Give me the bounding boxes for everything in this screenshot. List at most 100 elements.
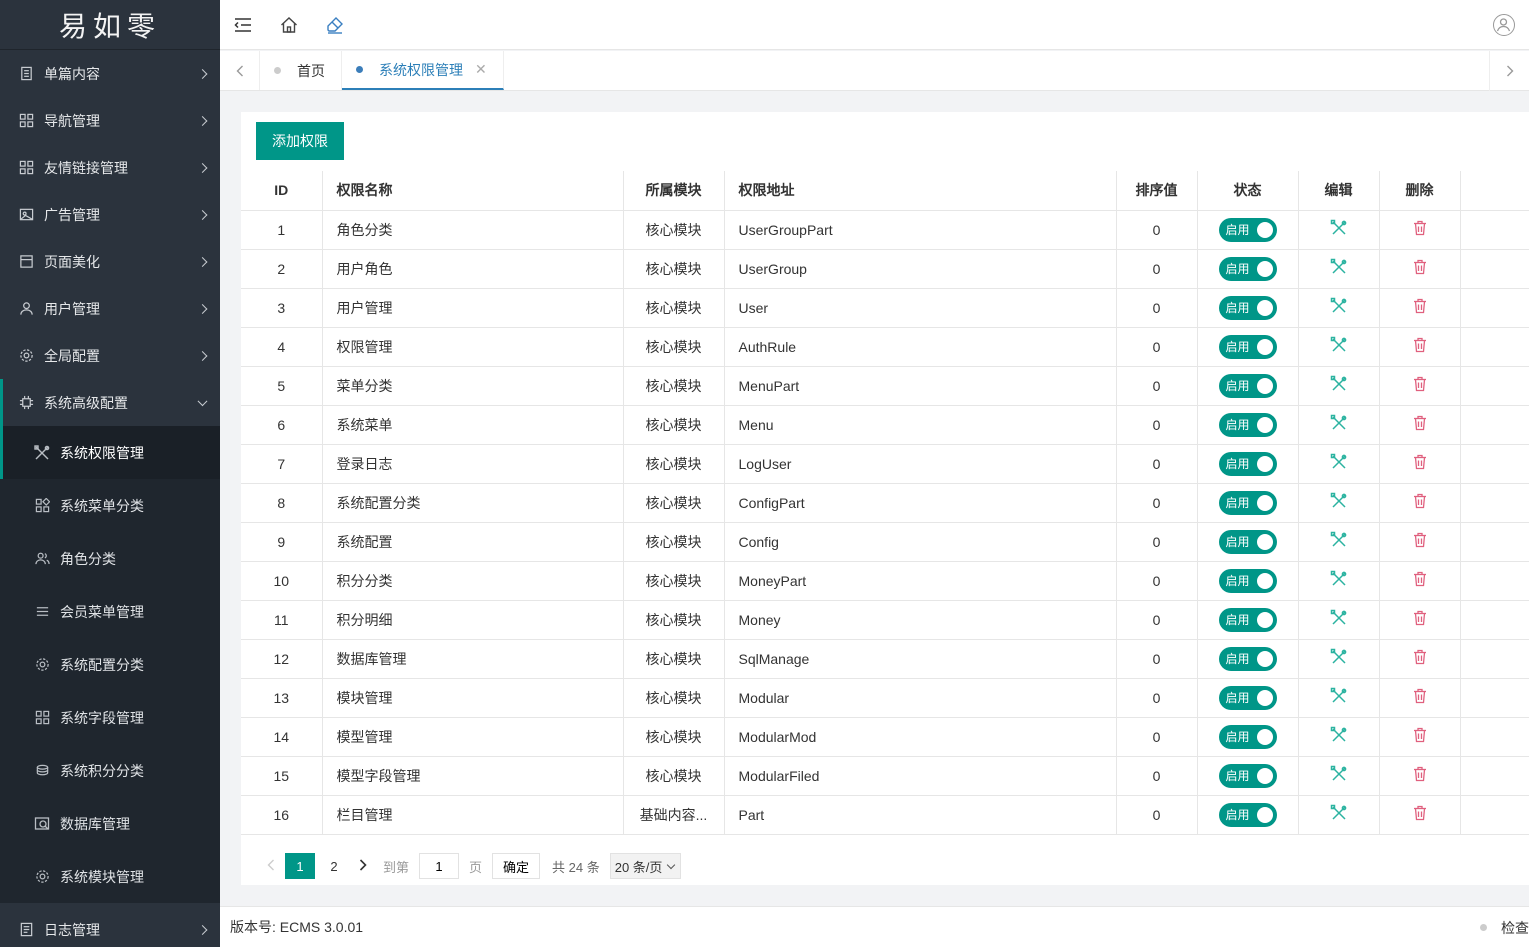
add-permission-button[interactable]: 添加权限 — [256, 122, 344, 160]
status-toggle[interactable]: 启用 — [1218, 607, 1277, 632]
tab-permissions[interactable]: 系统权限管理 ✕ — [342, 51, 504, 90]
sidebar-subitem-config-category[interactable]: 系统配置分类 — [0, 638, 220, 691]
sidebar-item-nav[interactable]: 导航管理 — [0, 97, 220, 144]
sidebar-subitem-points-category[interactable]: 系统积分分类 — [0, 744, 220, 797]
edit-icon[interactable] — [1330, 570, 1348, 588]
cell-url: ModularFiled — [724, 756, 1117, 796]
edit-icon[interactable] — [1330, 687, 1348, 705]
status-toggle[interactable]: 启用 — [1218, 217, 1277, 242]
status-toggle[interactable]: 启用 — [1218, 373, 1277, 398]
status-toggle[interactable]: 启用 — [1218, 568, 1277, 593]
col-edit[interactable]: 编辑 — [1298, 171, 1380, 211]
status-toggle[interactable]: 启用 — [1218, 685, 1277, 710]
footer-right[interactable]: 检查 — [1480, 907, 1529, 947]
sidebar-item-ads[interactable]: 广告管理 — [0, 191, 220, 238]
logo[interactable]: 易如零 — [0, 0, 220, 50]
per-page-select[interactable]: 20 条/页 — [609, 853, 682, 879]
trash-icon[interactable] — [1413, 805, 1427, 821]
sidebar-subitem-modules[interactable]: 系统模块管理 — [0, 850, 220, 903]
col-sort[interactable]: 排序值 — [1116, 171, 1198, 211]
sidebar-item-advanced-config[interactable]: 系统高级配置 — [0, 379, 220, 426]
edit-icon[interactable] — [1330, 414, 1348, 432]
status-toggle[interactable]: 启用 — [1218, 646, 1277, 671]
sidebar-subitem-role-category[interactable]: 角色分类 — [0, 532, 220, 585]
status-toggle[interactable]: 启用 — [1218, 412, 1277, 437]
trash-icon[interactable] — [1413, 415, 1427, 431]
sidebar-item-page-beautify[interactable]: 页面美化 — [0, 238, 220, 285]
status-toggle[interactable]: 启用 — [1218, 724, 1277, 749]
edit-icon[interactable] — [1330, 375, 1348, 393]
edit-icon[interactable] — [1330, 648, 1348, 666]
status-toggle[interactable]: 启用 — [1218, 763, 1277, 788]
sidebar-subitem-permissions[interactable]: 系统权限管理 — [0, 426, 220, 479]
close-icon[interactable]: ✕ — [475, 61, 487, 78]
avatar[interactable] — [1493, 14, 1515, 36]
sidebar-item-users[interactable]: 用户管理 — [0, 285, 220, 332]
check-update-label[interactable]: 检查 — [1501, 918, 1529, 938]
edit-icon[interactable] — [1330, 531, 1348, 549]
tab-home[interactable]: 首页 — [260, 51, 342, 90]
menu-toggle-icon[interactable] — [220, 0, 266, 50]
edit-icon[interactable] — [1330, 492, 1348, 510]
table-row: 8 系统配置分类 核心模块 ConfigPart 0 启用 — [241, 483, 1529, 523]
trash-icon[interactable] — [1413, 610, 1427, 626]
col-name[interactable]: 权限名称 — [322, 171, 624, 211]
edit-icon[interactable] — [1330, 804, 1348, 822]
trash-icon[interactable] — [1413, 220, 1427, 236]
status-toggle[interactable]: 启用 — [1218, 451, 1277, 476]
edit-icon[interactable] — [1330, 219, 1348, 237]
edit-icon[interactable] — [1330, 765, 1348, 783]
col-url[interactable]: 权限地址 — [724, 171, 1117, 211]
sidebar-item-logs[interactable]: 日志管理 — [0, 906, 220, 947]
sidebar-item-global-config[interactable]: 全局配置 — [0, 332, 220, 379]
goto-confirm-button[interactable]: 确定 — [492, 853, 541, 879]
col-status[interactable]: 状态 — [1197, 171, 1299, 211]
sidebar-subitem-database[interactable]: 数据库管理 — [0, 797, 220, 850]
edit-icon[interactable] — [1330, 336, 1348, 354]
total-count: 共 24 条 — [552, 859, 600, 875]
sidebar-subitem-member-menu[interactable]: 会员菜单管理 — [0, 585, 220, 638]
trash-icon[interactable] — [1413, 376, 1427, 392]
page-button-1[interactable]: 1 — [285, 853, 315, 879]
trash-icon[interactable] — [1413, 649, 1427, 665]
status-toggle[interactable]: 启用 — [1218, 490, 1277, 515]
status-toggle[interactable]: 启用 — [1218, 256, 1277, 281]
sidebar-item-links[interactable]: 友情链接管理 — [0, 144, 220, 191]
edit-icon[interactable] — [1330, 258, 1348, 276]
trash-icon[interactable] — [1413, 688, 1427, 704]
next-page-icon[interactable] — [351, 858, 375, 874]
trash-icon[interactable] — [1413, 337, 1427, 353]
status-toggle[interactable]: 启用 — [1218, 295, 1277, 320]
col-delete[interactable]: 删除 — [1379, 171, 1461, 211]
sidebar-subitem-fields[interactable]: 系统字段管理 — [0, 691, 220, 744]
trash-icon[interactable] — [1413, 571, 1427, 587]
sidebar-item-single-content[interactable]: 单篇内容 — [0, 50, 220, 97]
trash-icon[interactable] — [1413, 259, 1427, 275]
home-icon[interactable] — [266, 0, 312, 50]
status-toggle[interactable]: 启用 — [1218, 334, 1277, 359]
trash-icon[interactable] — [1413, 298, 1427, 314]
trash-icon[interactable] — [1413, 493, 1427, 509]
trash-icon[interactable] — [1413, 454, 1427, 470]
col-id[interactable]: ID — [241, 171, 323, 211]
edit-icon[interactable] — [1330, 297, 1348, 315]
tab-scroll-left-icon[interactable] — [220, 51, 260, 90]
prev-page-icon[interactable] — [259, 859, 283, 874]
cell-sort: 0 — [1116, 366, 1198, 406]
col-module[interactable]: 所属模块 — [623, 171, 725, 211]
trash-icon[interactable] — [1413, 766, 1427, 782]
tab-scroll-right-icon[interactable] — [1489, 51, 1529, 91]
status-toggle[interactable]: 启用 — [1218, 802, 1277, 827]
clear-cache-icon[interactable] — [312, 0, 358, 50]
sidebar-subitem-menu-category[interactable]: 系统菜单分类 — [0, 479, 220, 532]
edit-icon[interactable] — [1330, 453, 1348, 471]
cell-filler — [1460, 522, 1529, 562]
page-button-2[interactable]: 2 — [319, 853, 349, 879]
status-toggle[interactable]: 启用 — [1218, 529, 1277, 554]
goto-page-input[interactable] — [419, 853, 460, 879]
edit-icon[interactable] — [1330, 726, 1348, 744]
status-toggle-label: 启用 — [1225, 535, 1250, 549]
trash-icon[interactable] — [1413, 532, 1427, 548]
edit-icon[interactable] — [1330, 609, 1348, 627]
trash-icon[interactable] — [1413, 727, 1427, 743]
